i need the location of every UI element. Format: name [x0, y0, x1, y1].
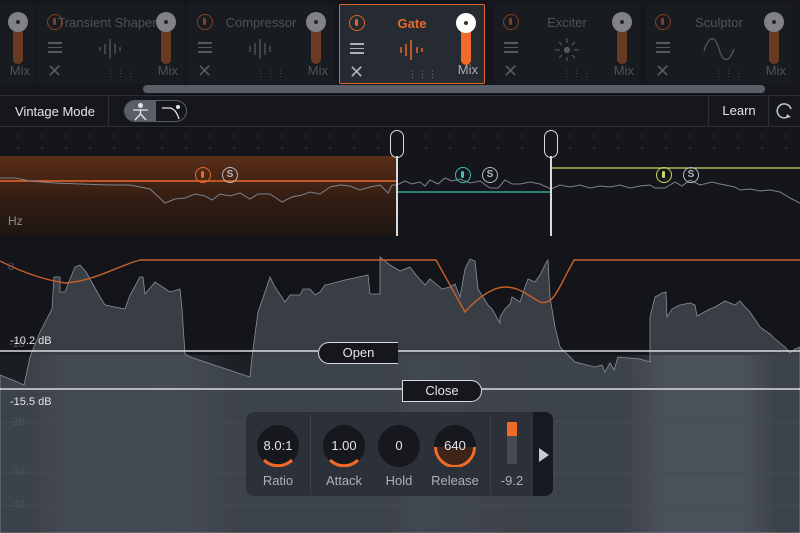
mix-slider-knob[interactable]	[306, 12, 326, 32]
figure-icon	[133, 103, 148, 121]
list-icon[interactable]	[350, 43, 364, 54]
sine-wave-icon	[703, 38, 735, 61]
band-2-solo-button[interactable]: S	[482, 167, 498, 183]
toolbar: Vintage Mode Learn	[0, 95, 800, 127]
ratio-value: 8.0:1	[263, 438, 293, 453]
mix-label: Mix	[307, 63, 328, 78]
list-icon[interactable]	[198, 42, 212, 53]
module-sculptor[interactable]: Sculptor ✕ ⋮⋮⋮ Mix	[646, 4, 792, 84]
waveform-bars-icon	[99, 39, 121, 59]
tick-label: -20	[9, 416, 25, 428]
module-exciter[interactable]: Exciter ✕ ⋮⋮⋮ Mix	[494, 4, 640, 84]
module-strip-scrollbar[interactable]	[143, 85, 765, 93]
panel-divider	[490, 414, 491, 494]
vintage-mode-label: Vintage Mode	[15, 104, 95, 119]
curve-icon	[162, 105, 180, 120]
close-threshold-handle[interactable]: Close	[402, 380, 482, 402]
close-icon[interactable]: ✕	[503, 62, 518, 80]
list-icon[interactable]	[656, 42, 670, 53]
output-meter-value: -9.2	[500, 473, 524, 488]
vintage-mode-toggle[interactable]	[124, 100, 187, 122]
ratio-label: Ratio	[262, 473, 294, 488]
close-icon[interactable]: ✕	[47, 62, 62, 80]
close-icon[interactable]: ✕	[349, 63, 364, 81]
band-split-handle-1[interactable]	[390, 130, 404, 158]
burst-icon	[555, 38, 579, 61]
band-1-power-icon[interactable]	[195, 167, 211, 183]
output-meter	[507, 422, 517, 464]
mix-slider-knob[interactable]	[8, 12, 28, 32]
waveform-bars-icon	[249, 39, 271, 59]
close-icon[interactable]: ✕	[197, 62, 212, 80]
mix-label: Mix	[457, 62, 478, 77]
band-split-handle-2[interactable]	[544, 130, 558, 158]
drag-handle-icon[interactable]: ⋮⋮⋮	[408, 69, 438, 80]
mix-slider-knob[interactable]	[764, 12, 784, 32]
release-value: 640	[444, 438, 466, 453]
drag-handle-icon[interactable]: ⋮⋮⋮	[256, 68, 286, 79]
vintage-mode-option-curve[interactable]	[156, 101, 186, 121]
mix-label: Mix	[613, 63, 634, 78]
divider	[108, 96, 109, 126]
tick-label: -40	[9, 499, 25, 511]
divider	[768, 96, 769, 126]
drag-handle-icon[interactable]: ⋮⋮⋮	[714, 68, 744, 79]
band-split-line-1[interactable]	[396, 156, 398, 236]
divider	[708, 96, 709, 126]
module-partial[interactable]: Mix	[0, 4, 36, 84]
learn-button[interactable]: Learn	[710, 96, 768, 126]
module-compressor[interactable]: Compressor ✕ ⋮⋮⋮ Mix	[188, 4, 334, 84]
open-threshold-handle[interactable]: Open	[318, 342, 398, 364]
attack-value: 1.00	[331, 438, 357, 453]
drag-handle-icon[interactable]: ⋮⋮⋮	[106, 68, 136, 79]
list-icon[interactable]	[504, 42, 518, 53]
expand-panel-button[interactable]	[533, 412, 553, 496]
mix-slider-knob[interactable]	[612, 12, 632, 32]
mix-slider-knob[interactable]	[456, 13, 476, 33]
mix-label: Mix	[765, 63, 786, 78]
close-icon[interactable]: ✕	[655, 62, 670, 80]
band-1-solo-button[interactable]: S	[222, 167, 238, 183]
tick-label: 0	[8, 261, 15, 273]
band-2-power-icon[interactable]	[455, 167, 471, 183]
refresh-button[interactable]	[770, 96, 800, 126]
band-editor[interactable]: Hz S S S	[0, 128, 800, 236]
band-split-line-2[interactable]	[550, 156, 552, 236]
output-meter-fill	[507, 422, 517, 436]
gate-plugin-window: Mix Transient Shaper ✕ ⋮⋮⋮ Mix Compresso…	[0, 0, 800, 533]
ratio-knob[interactable]: 8.0:1	[257, 425, 299, 467]
module-gate[interactable]: Gate ✕ ⋮⋮⋮ Mix	[339, 4, 485, 84]
list-icon[interactable]	[48, 42, 62, 53]
release-knob[interactable]: 640	[434, 425, 476, 467]
hz-axis-label: Hz	[8, 214, 23, 228]
close-threshold-label: -15.5 dB	[10, 396, 52, 408]
band-3-solo-button[interactable]: S	[683, 167, 699, 183]
mix-slider-knob[interactable]	[156, 12, 176, 32]
band-3-power-icon[interactable]	[656, 167, 672, 183]
attack-knob[interactable]: 1.00	[323, 425, 365, 467]
hold-knob[interactable]: 0	[378, 425, 420, 467]
module-strip: Mix Transient Shaper ✕ ⋮⋮⋮ Mix Compresso…	[0, 0, 800, 94]
open-threshold-label: -10.2 dB	[10, 335, 52, 347]
waveform-bars-icon	[400, 40, 423, 60]
tick-label: -30	[9, 466, 25, 478]
vintage-mode-option-figure[interactable]	[125, 101, 156, 121]
hold-value: 0	[395, 438, 403, 453]
refresh-icon	[776, 103, 792, 119]
drag-handle-icon[interactable]: ⋮⋮⋮	[562, 68, 592, 79]
release-label: Release	[431, 473, 479, 488]
mix-label: Mix	[157, 63, 178, 78]
mix-label: Mix	[9, 63, 30, 78]
module-transient-shaper[interactable]: Transient Shaper ✕ ⋮⋮⋮ Mix	[38, 4, 184, 84]
